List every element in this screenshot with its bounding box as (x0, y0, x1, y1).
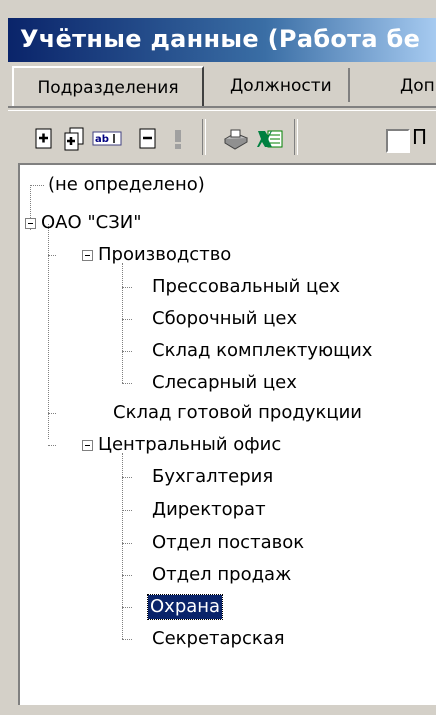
tree-line (122, 575, 132, 576)
excel-export-icon[interactable] (256, 127, 284, 151)
tree-node-supply-dept[interactable]: Отдел поставок (150, 531, 306, 555)
collapse-production-toggle[interactable] (82, 250, 93, 261)
tree-node-org[interactable]: ОАО "СЗИ" (39, 211, 144, 235)
toolbar: ab П (8, 110, 436, 161)
tree-node-security[interactable]: Охрана (146, 594, 224, 620)
tree-node-sales-dept[interactable]: Отдел продаж (150, 563, 293, 587)
tree-line (122, 351, 132, 352)
tree-node-production[interactable]: Производство (96, 243, 233, 267)
tree-line (122, 287, 132, 288)
tree-node-locksmith-shop[interactable]: Слесарный цех (150, 371, 299, 395)
tree-node-central-office[interactable]: Центральный офис (96, 433, 283, 457)
add-item-icon[interactable] (32, 127, 56, 151)
tree-line (48, 255, 56, 256)
tree-line (48, 413, 56, 414)
info-icon[interactable] (166, 127, 190, 151)
tree-node-secretariat[interactable]: Секретарская (150, 627, 287, 651)
collapse-central-office-toggle[interactable] (82, 440, 93, 451)
tree-node-parts-warehouse[interactable]: Склад комплектующих (150, 339, 374, 363)
tree-line (122, 383, 132, 384)
window-titlebar[interactable]: Учётные данные (Работа бе (8, 18, 436, 62)
tree-node-pressing-shop[interactable]: Прессовальный цех (150, 275, 342, 299)
tree-line (30, 185, 44, 186)
toolbar-checkbox-label: П (412, 125, 428, 149)
tree-line (48, 445, 56, 446)
tree-line (122, 607, 132, 608)
toolbar-separator (202, 119, 206, 155)
tree-line (48, 224, 49, 439)
tree-node-directorate[interactable]: Директорат (150, 498, 268, 522)
tree-line (122, 319, 132, 320)
tab-additional[interactable]: Доп (376, 68, 435, 104)
rename-icon[interactable]: ab (92, 127, 122, 151)
collapse-org-toggle[interactable] (25, 218, 36, 229)
tree-node-finished-goods-warehouse[interactable]: Склад готовой продукции (111, 401, 364, 425)
tree-line (122, 263, 123, 383)
toolbar-separator-2 (294, 119, 298, 155)
tree-line (122, 543, 132, 544)
tree-node-undefined[interactable]: (не определено) (46, 173, 207, 197)
window-title: Учётные данные (Работа бе (20, 25, 421, 53)
department-tree[interactable]: (не определено) ОАО "СЗИ" Производство П… (18, 163, 436, 705)
toolbar-checkbox[interactable] (386, 129, 410, 153)
svg-text:ab: ab (95, 134, 109, 145)
delete-icon[interactable] (136, 127, 160, 151)
tab-positions[interactable]: Должности (214, 68, 350, 102)
tab-strip: Подразделения Должности Доп (8, 66, 436, 108)
add-subitem-icon[interactable] (62, 127, 86, 151)
tree-line (122, 510, 132, 511)
print-icon[interactable] (222, 127, 250, 151)
tree-node-accounting[interactable]: Бухгалтерия (150, 465, 275, 489)
tree-node-assembly-shop[interactable]: Сборочный цех (150, 307, 299, 331)
tree-line (122, 639, 132, 640)
tab-departments[interactable]: Подразделения (12, 66, 204, 106)
tree-line (122, 477, 132, 478)
tree-line (122, 453, 123, 639)
